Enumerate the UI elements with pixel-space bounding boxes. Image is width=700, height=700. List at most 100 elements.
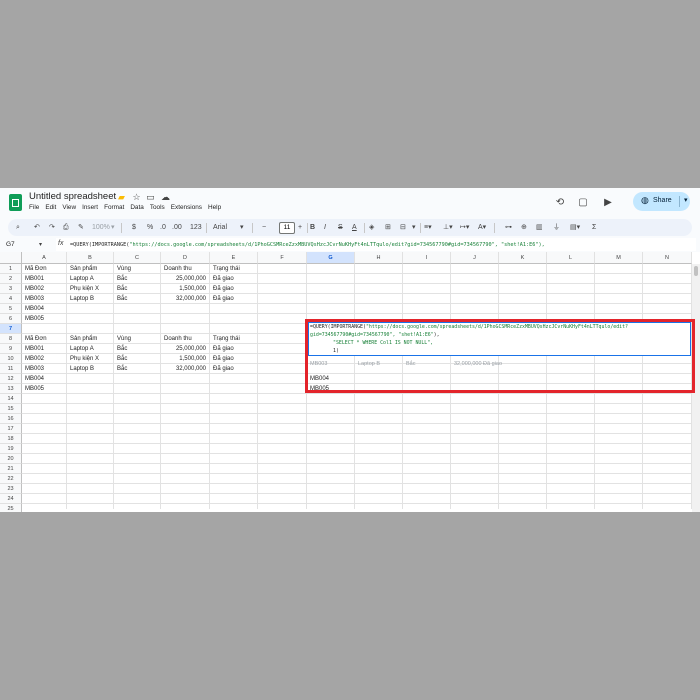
row-header-17[interactable]: 17 [0, 424, 22, 434]
row-header-10[interactable]: 10 [0, 354, 22, 364]
chevron-down-icon[interactable]: ▾ [679, 196, 688, 207]
header-cell[interactable]: Trạng thái [213, 264, 240, 274]
header-cell[interactable]: Vùng [117, 264, 131, 274]
header-cell[interactable]: Trạng thái [213, 334, 240, 344]
data-cell[interactable]: 32,000,000 [161, 294, 206, 304]
insert-chart-icon[interactable]: ▥ [536, 222, 543, 233]
row-header-5[interactable]: 5 [0, 304, 22, 314]
data-cell[interactable]: Đã giao [213, 284, 234, 294]
data-cell[interactable]: Đã giao [213, 294, 234, 304]
percent-format-button[interactable]: % [147, 222, 153, 233]
apps-script-icon[interactable]: ▰ [116, 192, 127, 203]
create-filter-icon[interactable]: ⏚ [553, 222, 560, 233]
functions-icon[interactable]: Σ [592, 222, 596, 233]
column-header-h[interactable]: H [355, 252, 403, 264]
column-header-a[interactable]: A [22, 252, 67, 264]
meet-icon[interactable]: ▶ [601, 196, 615, 210]
search-menus-icon[interactable]: ⌕ [16, 222, 20, 233]
row-header-3[interactable]: 3 [0, 284, 22, 294]
column-header-e[interactable]: E [210, 252, 258, 264]
merge-chevron-icon[interactable]: ▾ [412, 222, 416, 233]
strikethrough-button[interactable]: S [338, 222, 343, 233]
column-header-j[interactable]: J [451, 252, 499, 264]
data-cell[interactable]: Bắc [117, 344, 127, 354]
name-box[interactable]: G7 [6, 241, 15, 248]
column-header-k[interactable]: K [499, 252, 547, 264]
data-cell[interactable]: MB005 [25, 314, 44, 324]
row-header-19[interactable]: 19 [0, 444, 22, 454]
header-cell[interactable]: Mã Đơn [25, 264, 47, 274]
data-cell[interactable]: Phụ kiện X [70, 354, 99, 364]
data-cell[interactable]: Bắc [117, 294, 127, 304]
borders-icon[interactable]: ⊞ [385, 222, 391, 233]
column-header-d[interactable]: D [161, 252, 210, 264]
row-header-20[interactable]: 20 [0, 454, 22, 464]
font-select[interactable]: Arial [213, 222, 227, 233]
row-header-4[interactable]: 4 [0, 294, 22, 304]
column-header-f[interactable]: F [258, 252, 307, 264]
move-folder-icon[interactable]: ▭ [145, 192, 156, 203]
menu-view[interactable]: View [62, 204, 76, 211]
data-cell[interactable]: Laptop A [70, 274, 94, 284]
column-header-g[interactable]: G [307, 252, 355, 264]
column-header-l[interactable]: L [547, 252, 595, 264]
data-cell[interactable]: MB002 [25, 284, 44, 294]
document-title[interactable]: Untitled spreadsheet [29, 191, 116, 202]
data-cell[interactable]: Đã giao [213, 364, 234, 374]
row-header-7[interactable]: 7 [0, 324, 22, 334]
menu-help[interactable]: Help [208, 204, 221, 211]
data-cell[interactable]: MB001 [25, 274, 44, 284]
name-box-chevron-icon[interactable]: ▾ [39, 241, 42, 248]
decrease-font-size-button[interactable]: − [262, 222, 266, 233]
data-cell[interactable]: Laptop B [70, 364, 94, 374]
text-rotation-icon[interactable]: A▾ [478, 222, 486, 233]
version-history-icon[interactable]: ⟲ [553, 196, 567, 210]
font-chevron-icon[interactable]: ▾ [240, 222, 244, 233]
data-cell[interactable]: MB002 [25, 354, 44, 364]
insert-comment-icon[interactable]: ⊕ [521, 222, 527, 233]
increase-font-size-button[interactable]: + [298, 222, 302, 233]
row-header-24[interactable]: 24 [0, 494, 22, 504]
data-cell[interactable]: MB004 [25, 304, 44, 314]
row-header-13[interactable]: 13 [0, 384, 22, 394]
row-header-2[interactable]: 2 [0, 274, 22, 284]
data-cell[interactable]: Phụ kiện X [70, 284, 99, 294]
column-header-i[interactable]: I [403, 252, 451, 264]
data-cell[interactable]: Đã giao [213, 354, 234, 364]
comments-icon[interactable]: ▢ [576, 196, 590, 210]
sheets-logo[interactable] [9, 194, 22, 211]
text-wrapping-icon[interactable]: ↦▾ [460, 222, 469, 233]
data-cell[interactable]: Bắc [117, 364, 127, 374]
row-header-11[interactable]: 11 [0, 364, 22, 374]
header-cell[interactable]: Vùng [117, 334, 131, 344]
column-header-c[interactable]: C [114, 252, 161, 264]
header-cell[interactable]: Doanh thu [164, 264, 192, 274]
row-header-23[interactable]: 23 [0, 484, 22, 494]
data-cell[interactable]: Bắc [117, 274, 127, 284]
data-cell[interactable]: Đã giao [213, 274, 234, 284]
data-cell[interactable]: Đã giao [213, 344, 234, 354]
more-formats-button[interactable]: 123 [190, 222, 202, 233]
bold-button[interactable]: B [310, 222, 315, 233]
data-cell[interactable]: Bắc [117, 354, 127, 364]
zoom-chevron-icon[interactable]: ▾ [111, 222, 115, 233]
menu-tools[interactable]: Tools [150, 204, 165, 211]
increase-decimal-button[interactable]: .00 [172, 222, 182, 233]
row-header-9[interactable]: 9 [0, 344, 22, 354]
data-cell[interactable]: 25,000,000 [161, 274, 206, 284]
vertical-align-icon[interactable]: ⊥▾ [443, 222, 453, 233]
horizontal-align-icon[interactable]: ≡▾ [424, 222, 432, 233]
row-header-12[interactable]: 12 [0, 374, 22, 384]
menu-data[interactable]: Data [130, 204, 144, 211]
italic-button[interactable]: I [324, 222, 326, 233]
data-cell[interactable]: MB001 [25, 344, 44, 354]
header-cell[interactable]: Sản phẩm [70, 264, 97, 274]
row-header-16[interactable]: 16 [0, 414, 22, 424]
menu-edit[interactable]: Edit [45, 204, 56, 211]
menu-format[interactable]: Format [104, 204, 124, 211]
data-cell[interactable]: MB003 [25, 364, 44, 374]
filter-views-icon[interactable]: ▤▾ [570, 222, 580, 233]
undo-icon[interactable]: ↶ [34, 222, 40, 233]
zoom-select[interactable]: 100% [92, 222, 110, 233]
fill-color-icon[interactable]: ◈ [369, 222, 374, 233]
